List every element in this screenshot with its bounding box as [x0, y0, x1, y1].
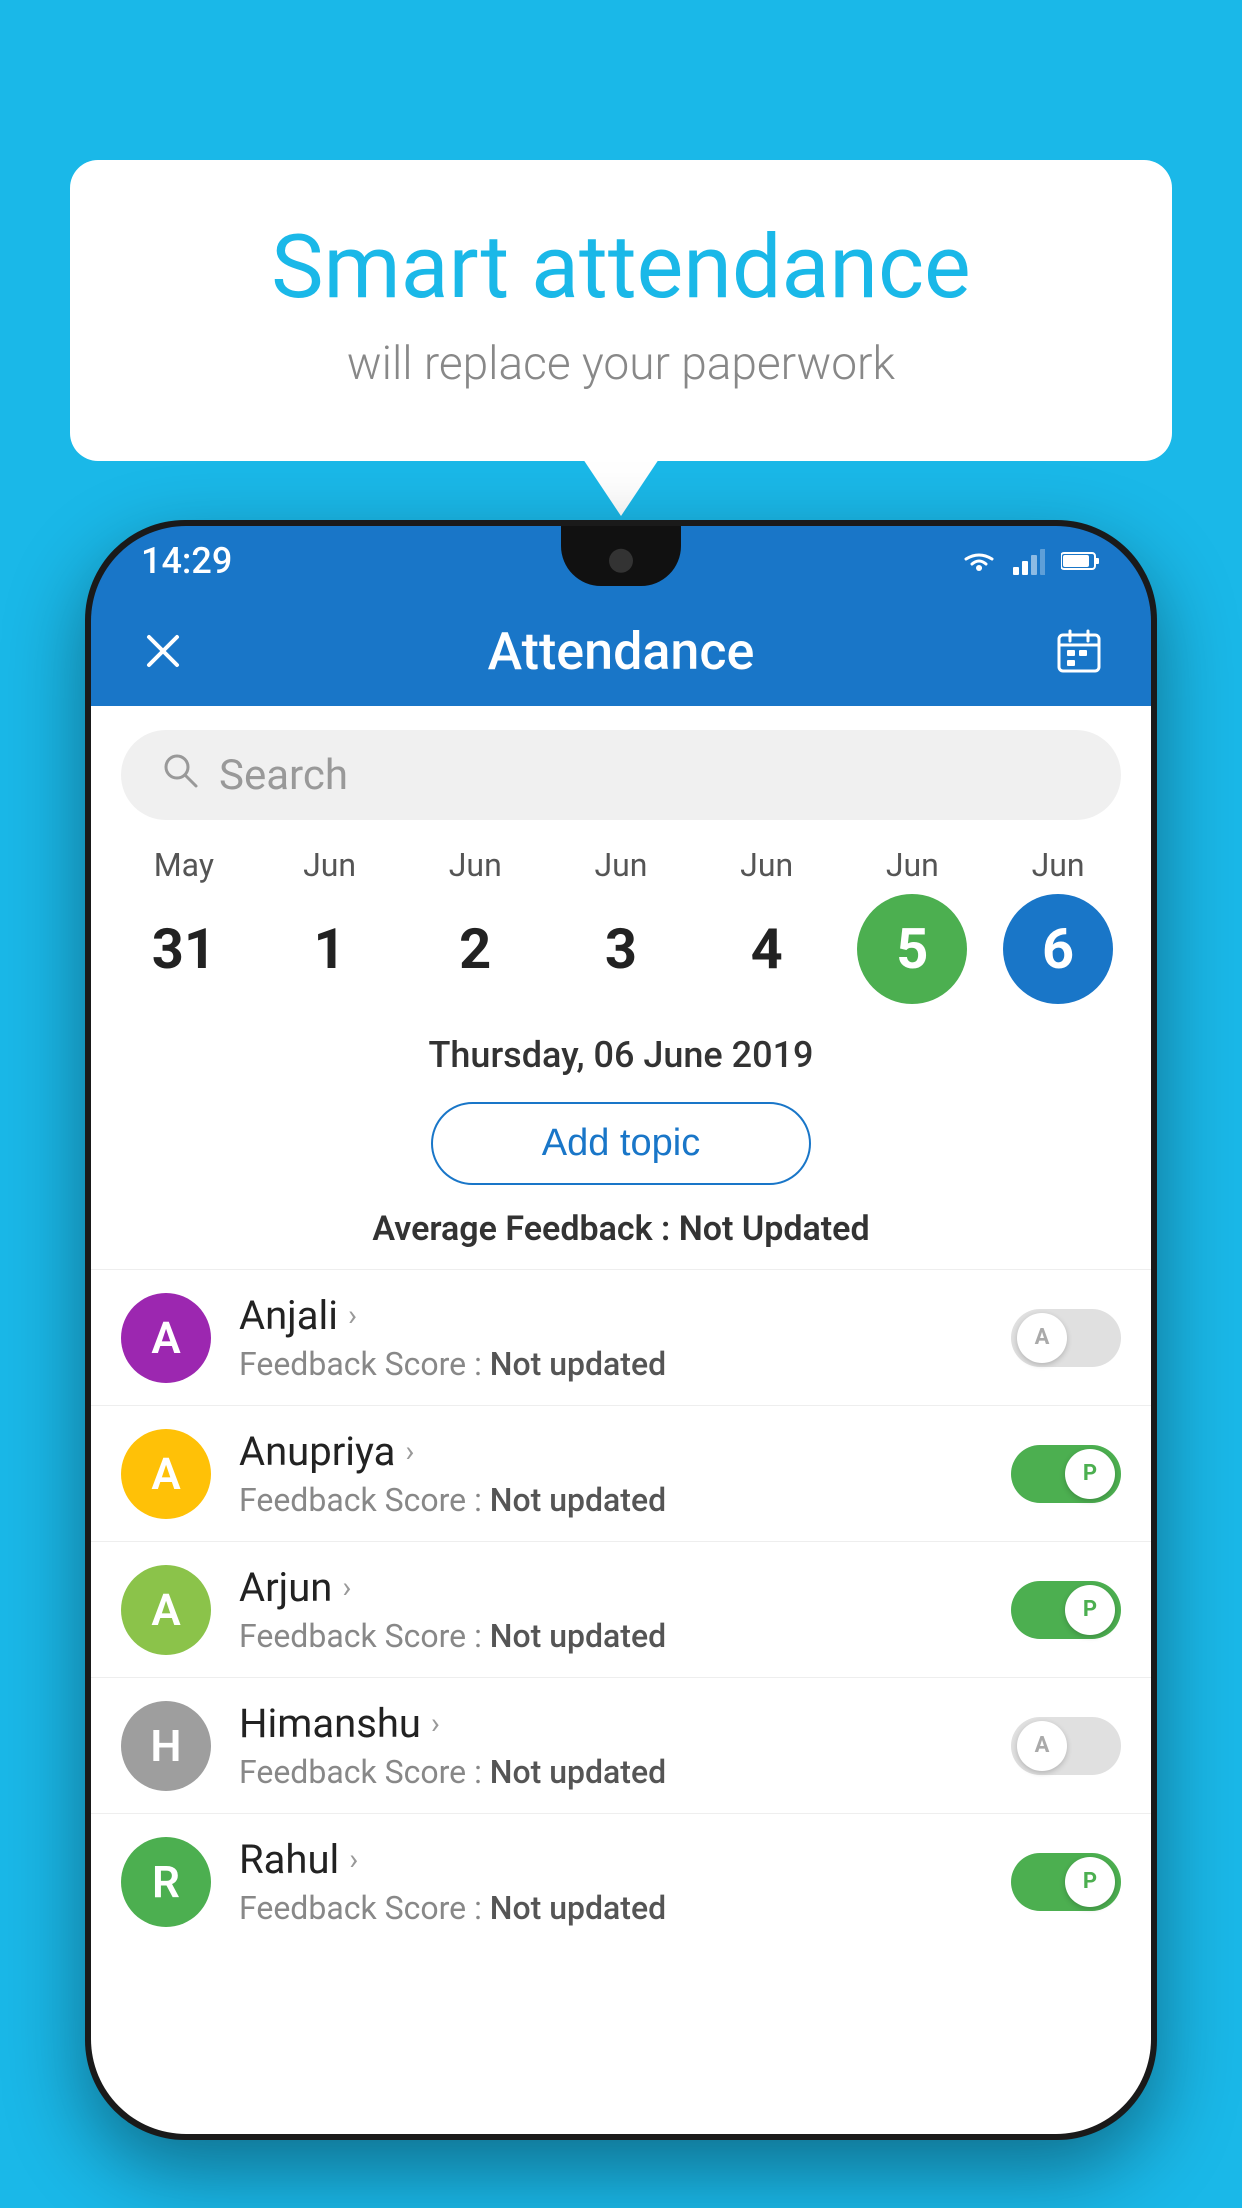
cal-date-number: 1 [275, 894, 385, 1004]
student-item[interactable]: A Arjun › Feedback Score : Not updated P [91, 1541, 1151, 1677]
student-info: Rahul › Feedback Score : Not updated [239, 1836, 1011, 1927]
app-bar-title: Attendance [488, 621, 755, 682]
cal-date-number: 2 [420, 894, 530, 1004]
speech-bubble: Smart attendance will replace your paper… [70, 160, 1172, 461]
cal-date-number: 5 [857, 894, 967, 1004]
attendance-toggle[interactable]: P [1011, 1853, 1121, 1911]
chevron-icon: › [348, 1298, 357, 1333]
average-feedback: Average Feedback : Not Updated [91, 1201, 1151, 1269]
calendar-day[interactable]: May 31 [114, 846, 254, 1004]
feedback-score: Feedback Score : Not updated [239, 1617, 1011, 1655]
calendar-day[interactable]: Jun 3 [551, 846, 691, 1004]
student-name: Rahul › [239, 1836, 1011, 1883]
student-item[interactable]: R Rahul › Feedback Score : Not updated P [91, 1813, 1151, 1949]
student-item[interactable]: H Himanshu › Feedback Score : Not updatedA [91, 1677, 1151, 1813]
avg-feedback-label: Average Feedback : [372, 1209, 678, 1249]
search-placeholder: Search [219, 751, 348, 800]
cal-month-label: Jun [303, 846, 356, 884]
signal-icon [1013, 547, 1045, 575]
bubble-subtitle: will replace your paperwork [150, 337, 1092, 391]
feedback-score: Feedback Score : Not updated [239, 1481, 1011, 1519]
search-bar[interactable]: Search [121, 730, 1121, 820]
screen-content: Search May 31 Jun 1 Jun 2 Jun 3 Jun 4 Jun 5 Jun 6 Thu… [91, 706, 1151, 2134]
battery-icon [1061, 549, 1101, 573]
cal-month-label: May [154, 846, 214, 884]
calendar-day[interactable]: Jun 2 [405, 846, 545, 1004]
student-info: Anjali › Feedback Score : Not updated [239, 1292, 1011, 1383]
cal-date-number: 6 [1003, 894, 1113, 1004]
student-list: AAnjali ›Feedback Score : Not updatedAAA… [91, 1269, 1151, 1949]
cal-month-label: Jun [1032, 846, 1085, 884]
cal-month-label: Jun [449, 846, 502, 884]
wifi-icon [961, 547, 997, 575]
phone-inner: 14:29 [91, 526, 1151, 2134]
chevron-icon: › [405, 1434, 414, 1469]
student-info: Anupriya › Feedback Score : Not updated [239, 1428, 1011, 1519]
toggle-knob: P [1065, 1857, 1115, 1907]
feedback-score: Feedback Score : Not updated [239, 1889, 1011, 1927]
attendance-toggle[interactable]: A [1011, 1717, 1121, 1775]
avg-feedback-value: Not Updated [679, 1209, 870, 1249]
feedback-score: Feedback Score : Not updated [239, 1345, 1011, 1383]
student-name: Himanshu › [239, 1700, 1011, 1747]
student-name: Anupriya › [239, 1428, 1011, 1475]
notch [561, 526, 681, 586]
cal-date-number: 4 [712, 894, 822, 1004]
notch-camera [609, 549, 633, 573]
cal-date-number: 31 [129, 894, 239, 1004]
attendance-toggle[interactable]: P [1011, 1581, 1121, 1639]
app-bar: Attendance [91, 596, 1151, 706]
add-topic-button[interactable]: Add topic [431, 1102, 811, 1185]
chevron-icon: › [342, 1570, 351, 1605]
toggle-knob: A [1017, 1313, 1067, 1363]
calendar-day[interactable]: Jun 5 [842, 846, 982, 1004]
student-item[interactable]: AAnjali ›Feedback Score : Not updatedA [91, 1269, 1151, 1405]
cal-date-number: 3 [566, 894, 676, 1004]
calendar-strip: May 31 Jun 1 Jun 2 Jun 3 Jun 4 Jun 5 Jun 6 [91, 836, 1151, 1024]
student-info: Himanshu › Feedback Score : Not updated [239, 1700, 1011, 1791]
toggle-knob: P [1065, 1585, 1115, 1635]
calendar-day[interactable]: Jun 6 [988, 846, 1128, 1004]
calendar-day[interactable]: Jun 1 [260, 846, 400, 1004]
toggle-knob: A [1017, 1721, 1067, 1771]
avatar: R [121, 1837, 211, 1927]
selected-date-label: Thursday, 06 June 2019 [91, 1024, 1151, 1086]
student-name: Anjali › [239, 1292, 1011, 1339]
close-button[interactable] [131, 619, 195, 683]
phone-container: 14:29 [85, 520, 1157, 2208]
attendance-toggle[interactable]: P [1011, 1445, 1121, 1503]
student-item[interactable]: A Anupriya › Feedback Score : Not updated P [91, 1405, 1151, 1541]
cal-month-label: Jun [740, 846, 793, 884]
bubble-title: Smart attendance [150, 220, 1092, 317]
cal-month-label: Jun [886, 846, 939, 884]
chevron-icon: › [349, 1842, 358, 1877]
avatar: H [121, 1701, 211, 1791]
status-icons [961, 547, 1101, 575]
calendar-day[interactable]: Jun 4 [697, 846, 837, 1004]
phone-frame: 14:29 [85, 520, 1157, 2140]
avatar: A [121, 1293, 211, 1383]
status-bar: 14:29 [91, 526, 1151, 596]
cal-month-label: Jun [594, 846, 647, 884]
student-name: Arjun › [239, 1564, 1011, 1611]
avatar: A [121, 1565, 211, 1655]
feedback-score: Feedback Score : Not updated [239, 1753, 1011, 1791]
status-time: 14:29 [141, 540, 232, 582]
toggle-knob: P [1065, 1449, 1115, 1499]
student-info: Arjun › Feedback Score : Not updated [239, 1564, 1011, 1655]
speech-bubble-container: Smart attendance will replace your paper… [70, 160, 1172, 461]
avatar: A [121, 1429, 211, 1519]
attendance-toggle[interactable]: A [1011, 1309, 1121, 1367]
search-icon [161, 751, 199, 799]
chevron-icon: › [431, 1706, 440, 1741]
calendar-button[interactable] [1047, 619, 1111, 683]
